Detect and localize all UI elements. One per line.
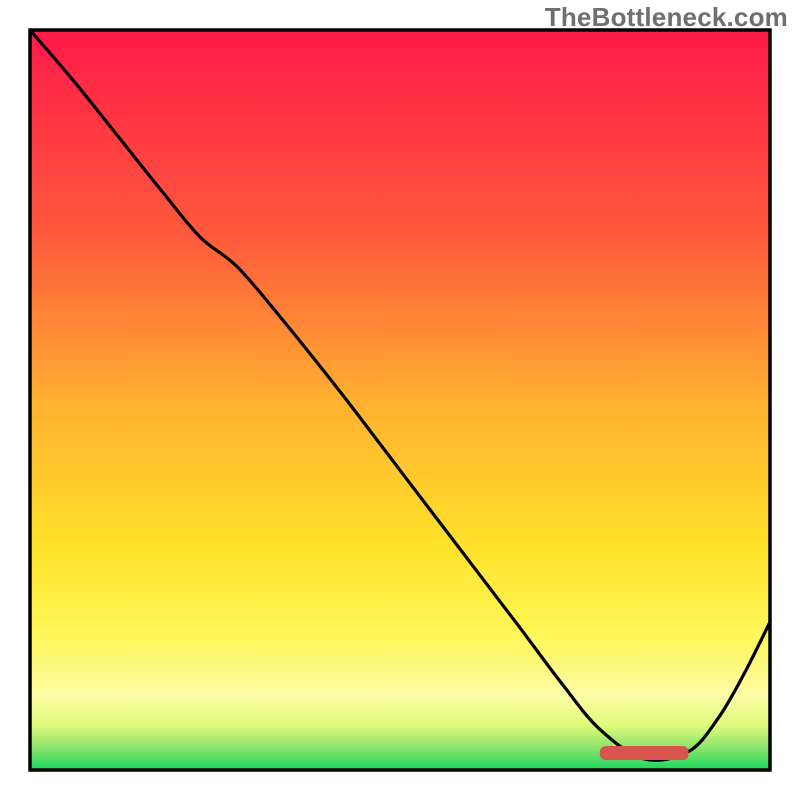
watermark-text: TheBottleneck.com	[545, 2, 788, 33]
gradient-background	[30, 30, 770, 770]
optimum-marker	[600, 746, 689, 760]
chart-root: TheBottleneck.com	[0, 0, 800, 800]
chart-svg	[0, 0, 800, 800]
